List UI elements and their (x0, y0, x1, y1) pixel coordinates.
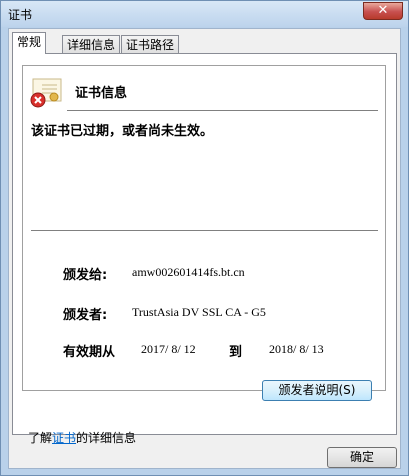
learn-more-text: 了解证书的详细信息 (28, 429, 136, 446)
issued-to-value: amw002601414fs.bt.cn (132, 265, 245, 279)
valid-from-label: 有效期从 (63, 345, 116, 360)
certificate-dialog: 证书 ✕ 常规 详细信息 证书路径 证书信息 该证书已过期，或者尚未生效。 颁发… (0, 0, 409, 476)
close-button[interactable]: ✕ (363, 2, 403, 20)
tab-certification-path[interactable]: 证书路径 (121, 35, 180, 54)
issued-to-label: 颁发给: (63, 268, 108, 283)
learn-more-link[interactable]: 证书 (52, 431, 76, 445)
divider (31, 230, 378, 231)
certificate-info-box: 证书信息 该证书已过期，或者尚未生效。 颁发给: amw002601414fs.… (22, 65, 386, 391)
certificate-status-message: 该证书已过期，或者尚未生效。 (31, 124, 214, 139)
valid-to-value: 2018/ 8/ 13 (269, 342, 324, 356)
tab-details[interactable]: 详细信息 (62, 35, 121, 54)
tab-general[interactable]: 常规 (12, 32, 47, 54)
close-icon: ✕ (377, 3, 389, 18)
issuer-statement-button[interactable]: 颁发者说明(S) (262, 380, 372, 401)
learn-more-suffix: 的详细信息 (76, 431, 137, 445)
learn-more-prefix: 了解 (28, 431, 53, 445)
certificate-heading: 证书信息 (75, 86, 128, 101)
window-title: 证书 (8, 8, 33, 22)
issued-by-value: TrustAsia DV SSL CA - G5 (132, 305, 266, 319)
valid-to-label: 到 (229, 345, 243, 360)
certificate-error-icon (30, 78, 62, 108)
ok-button[interactable]: 确定 (327, 447, 397, 468)
title-bar[interactable]: 证书 ✕ (1, 1, 408, 27)
dialog-client: 常规 详细信息 证书路径 证书信息 该证书已过期，或者尚未生效。 颁发给: am… (8, 28, 401, 469)
divider (67, 110, 378, 111)
general-tab-panel: 证书信息 该证书已过期，或者尚未生效。 颁发给: amw002601414fs.… (12, 53, 397, 445)
issued-by-label: 颁发者: (63, 308, 108, 323)
valid-from-value: 2017/ 8/ 12 (141, 342, 196, 356)
